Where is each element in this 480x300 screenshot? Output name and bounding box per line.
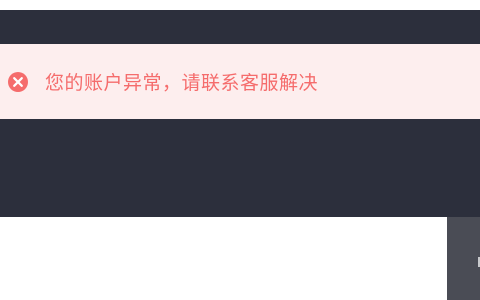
page: 您的账户异常，请联系客服解决 [0,0,480,300]
circle-x-icon [7,71,29,93]
error-alert: 您的账户异常，请联系客服解决 [0,44,480,119]
alert-message: 您的账户异常，请联系客服解决 [45,72,319,94]
side-panel[interactable] [447,217,480,300]
